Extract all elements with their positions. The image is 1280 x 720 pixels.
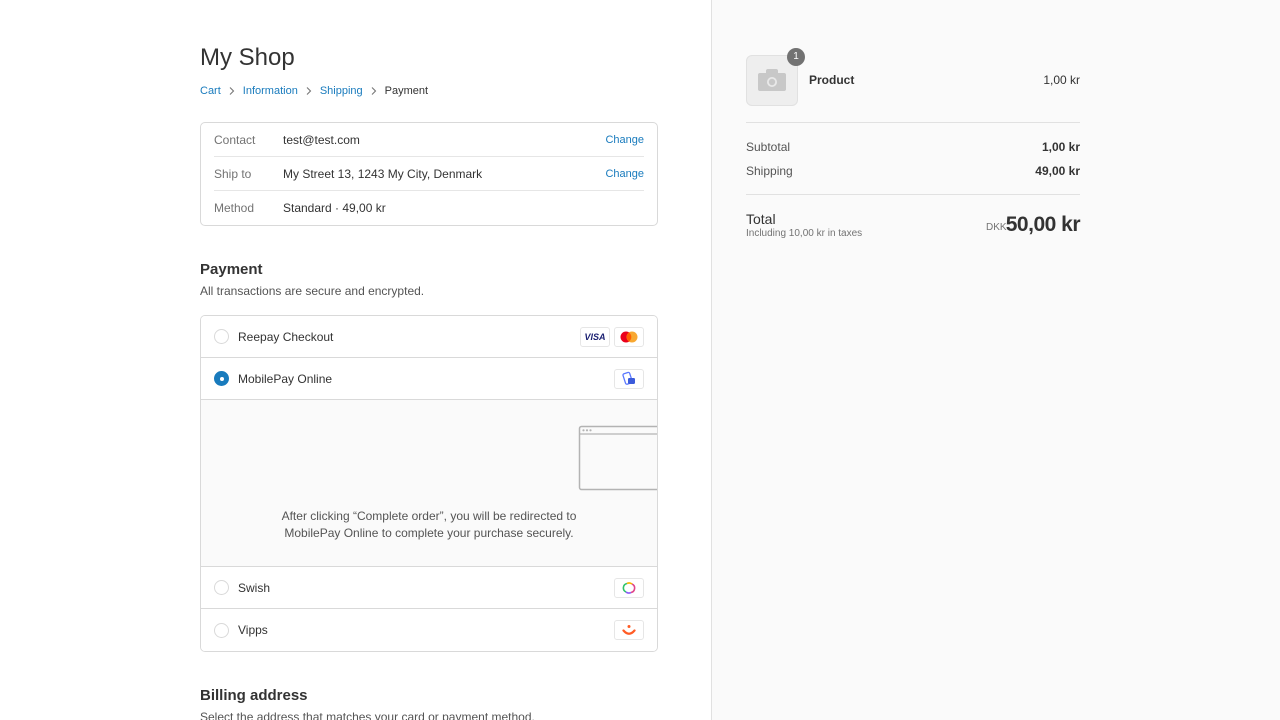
payment-method-swish[interactable]: Swish [201,567,657,609]
review-value: My Street 13, 1243 My City, Denmark [283,166,483,181]
payment-method-reepay[interactable]: Reepay Checkout VISA [201,316,657,358]
breadcrumb-shipping[interactable]: Shipping [320,85,363,97]
shipping-value: 49,00 kr [1035,164,1080,178]
chevron-right-icon [306,87,312,95]
visa-icon: VISA [580,326,610,347]
total-label: Total [746,211,776,227]
redirect-line-1: After clicking “Complete order”, you wil… [281,509,577,523]
breadcrumb-payment: Payment [384,85,429,97]
visa-text: VISA [584,331,606,342]
order-summary [711,0,1280,720]
review-box: Contact test@test.com Change Ship to My … [200,122,658,226]
quantity-badge: 1 [787,47,805,66]
review-row-contact: Contact test@test.com Change [214,123,644,157]
product-name: Product [809,73,855,87]
method-label: Vipps [238,623,268,637]
breadcrumb-cart[interactable]: Cart [200,85,221,97]
change-address-link[interactable]: Change [605,168,644,180]
mastercard-icon [614,326,644,347]
subtotal-row: Subtotal 1,00 kr [746,140,1080,154]
review-label: Ship to [214,166,252,181]
breadcrumb: Cart Information Shipping Payment [200,85,428,97]
total-value: 50,00 kr [1005,213,1081,236]
method-label: Swish [238,580,271,595]
method-label: MobilePay Online [238,371,333,386]
shipping-row: Shipping 49,00 kr [746,164,1080,178]
radio-vipps[interactable] [214,622,229,638]
subtotal-label: Subtotal [746,140,791,154]
payment-method-vipps[interactable]: Vipps [201,609,657,651]
radio-swish[interactable] [214,580,229,595]
change-contact-link[interactable]: Change [605,134,644,146]
billing-title: Billing address [200,687,308,704]
review-label: Method [214,201,255,215]
browser-redirect-icon [578,425,657,491]
summary-divider [746,122,1080,123]
subtotal-value: 1,00 kr [1041,140,1080,154]
chevron-right-icon [229,87,235,95]
main-content: My Shop Cart Information Shipping Paymen… [0,0,711,720]
billing-subtitle: Select the address that matches your car… [200,710,535,720]
shop-title: My Shop [200,44,295,71]
product-price: 1,00 kr [1043,73,1080,87]
review-value: test@test.com [283,132,360,147]
currency-code: DKK [986,222,1007,233]
chevron-right-icon [371,87,376,95]
product-line-item: 1 Product 1,00 kr [746,47,1080,106]
review-label: Contact [214,132,256,147]
review-row-method: Method Standard · 49,00 kr [214,191,644,225]
shipping-label: Shipping [746,164,793,178]
payment-methods: Reepay Checkout VISA MobilePay Online Af… [200,315,658,652]
redirect-message: After clicking “Complete order”, you wil… [201,508,657,542]
breadcrumb-information[interactable]: Information [243,85,298,97]
redirect-line-2: MobilePay Online to complete your purcha… [284,526,574,540]
method-label: Reepay Checkout [238,329,334,344]
radio-reepay[interactable] [214,329,229,344]
swish-icon [614,577,644,598]
summary-divider [746,194,1080,195]
product-thumbnail: 1 [746,47,805,106]
vipps-icon [614,620,644,640]
camera-icon [758,69,786,91]
mobilepay-icon [614,368,644,389]
radio-mobilepay[interactable] [214,371,229,386]
tax-note: Including 10,00 kr in taxes [746,228,863,239]
payment-subtitle: All transactions are secure and encrypte… [200,284,425,298]
mobilepay-redirect-panel: After clicking “Complete order”, you wil… [201,400,657,567]
payment-method-mobilepay[interactable]: MobilePay Online [201,358,657,400]
review-value: Standard · 49,00 kr [283,201,386,215]
review-row-ship-to: Ship to My Street 13, 1243 My City, Denm… [214,157,644,191]
payment-title: Payment [200,261,263,278]
